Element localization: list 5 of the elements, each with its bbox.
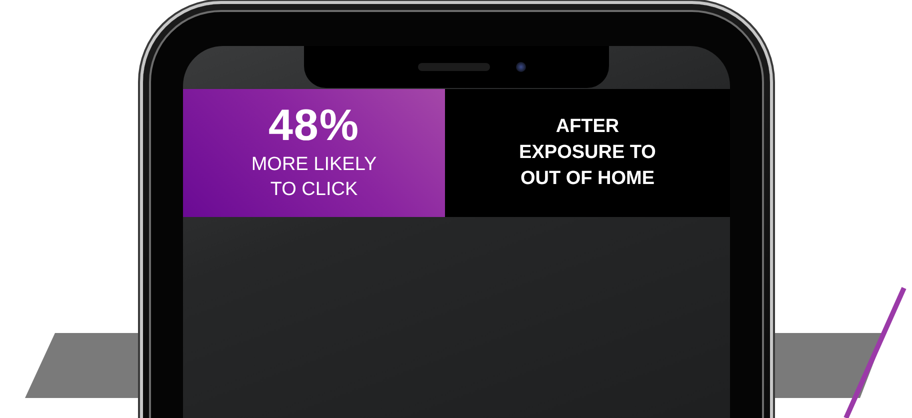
speaker-icon	[418, 63, 490, 71]
camera-icon	[516, 62, 526, 72]
stat-value: 48%	[268, 104, 360, 148]
context-caption: AFTER EXPOSURE TO OUT OF HOME	[519, 115, 656, 191]
stat-caption: MORE LIKELY TO CLICK	[251, 153, 377, 202]
